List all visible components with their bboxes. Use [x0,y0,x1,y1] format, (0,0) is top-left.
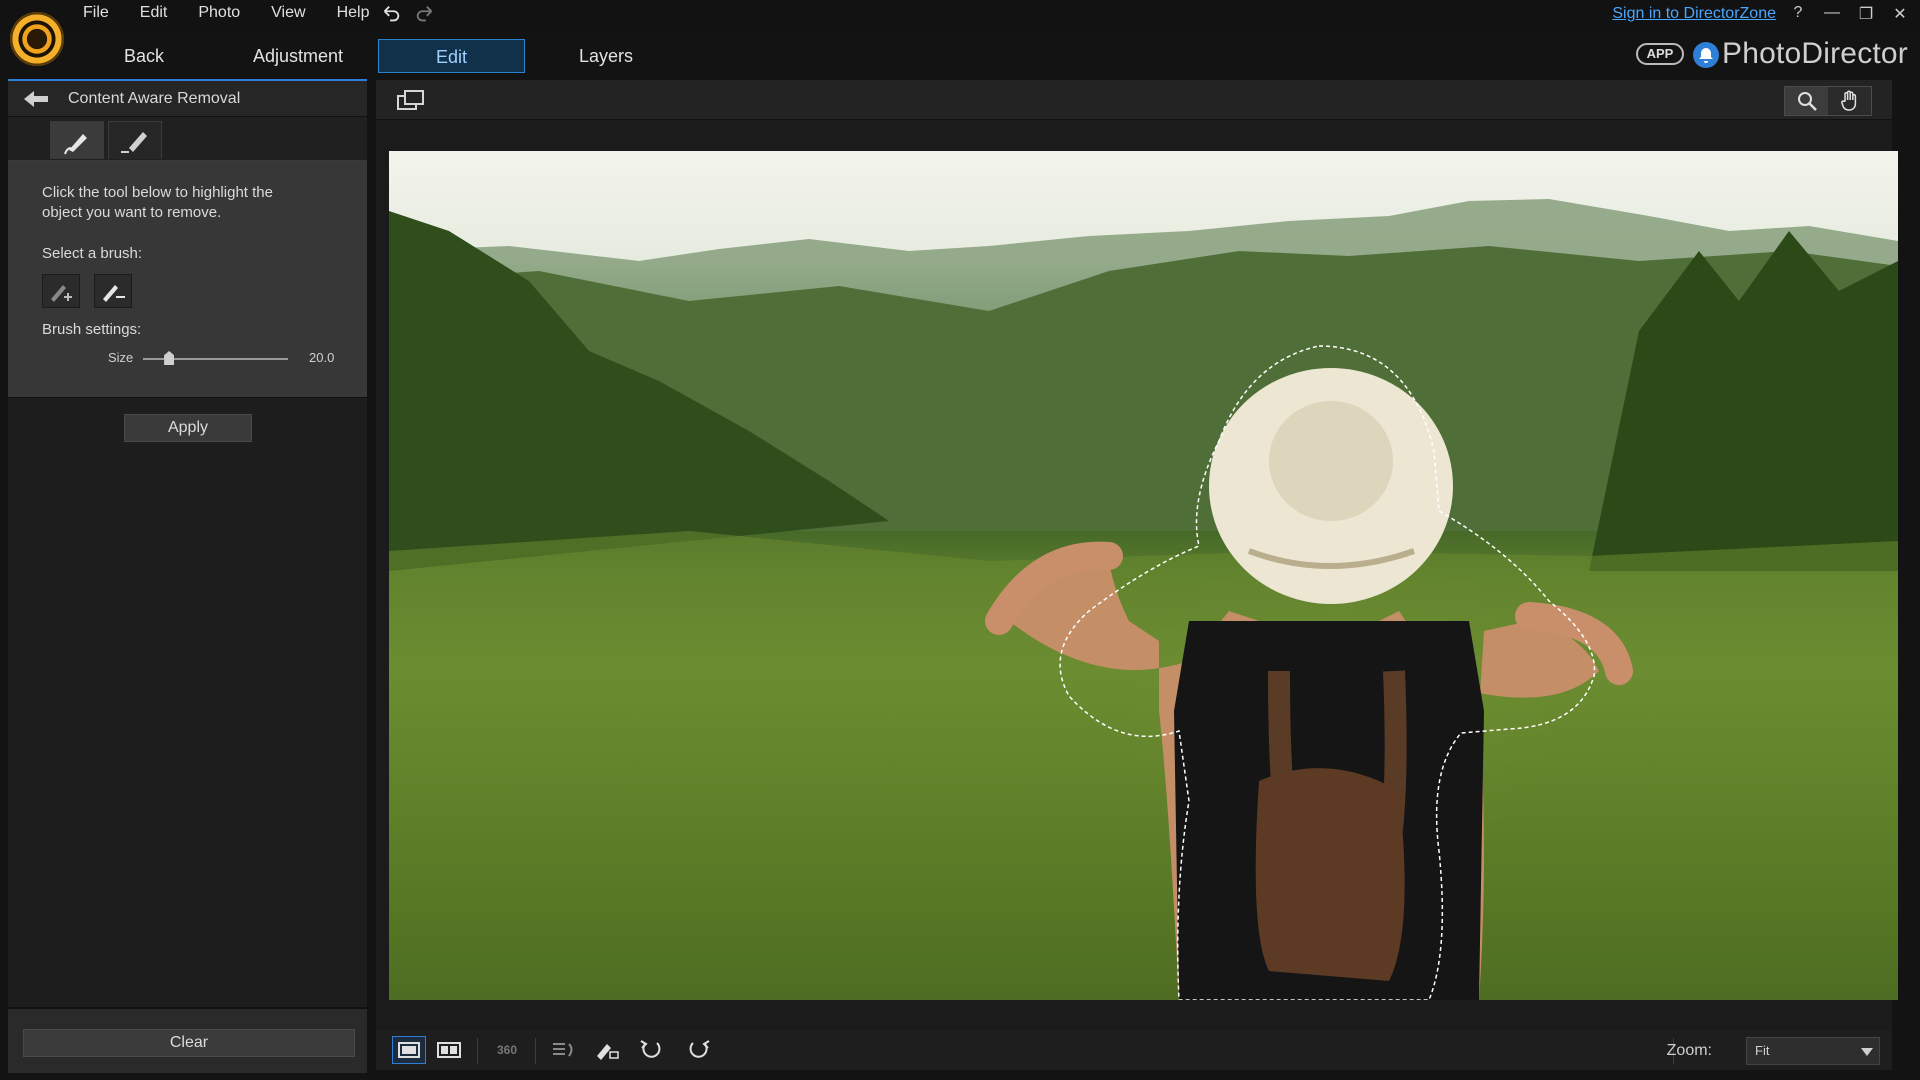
bell-icon[interactable] [1693,42,1719,68]
minimize-icon[interactable]: — [1822,4,1842,24]
edit-brush-icon [597,1044,619,1060]
window-controls: ? — ❐ ✕ [1788,4,1910,24]
panel-header: Content Aware Removal [8,81,367,117]
zoom-icon [1797,92,1817,111]
back-arrow-icon[interactable] [22,89,50,109]
panel-body: Click the tool below to highlight the ob… [8,161,367,398]
menu-view[interactable]: View [271,4,305,22]
title-bar: File Edit Photo View Help Sign in to Dir… [0,0,1920,66]
rotate-left-icon [640,1040,661,1058]
logo-icon [10,12,64,66]
brush-add-button[interactable] [42,274,80,308]
brush-add-icon [51,285,72,302]
select-brush-label: Select a brush: [42,245,143,262]
main-workspace: 360 Zoom: Fit [376,80,1898,1070]
layers-rotate-icon [553,1043,573,1057]
brush-settings-label: Brush settings: [42,321,142,338]
layers-rotate-button[interactable] [546,1036,580,1064]
menu-file[interactable]: File [83,4,109,22]
menu-bar: File Edit Photo View Help [83,4,400,22]
close-icon[interactable]: ✕ [1890,4,1910,24]
restore-icon[interactable]: ❐ [1856,4,1876,24]
size-label: Size [108,350,134,365]
bottom-toolbar: 360 Zoom: Fit [376,1030,1892,1070]
edit-brush-button[interactable] [590,1036,624,1064]
compare-icon[interactable] [396,88,426,112]
single-view-icon [398,1042,420,1058]
panel-title: Content Aware Removal [68,90,241,107]
apply-button[interactable]: Apply [124,414,252,442]
brush-remove-icon [103,285,125,302]
undo-icon[interactable] [380,3,402,25]
rotate-right-button[interactable] [682,1036,716,1064]
brand-title: PhotoDirector [1721,37,1908,70]
tab-adjustment[interactable]: Adjustment [240,39,356,73]
mode-tabs: Back Adjustment Edit Layers APP PhotoDir… [0,30,1920,78]
rotate-left-button[interactable] [634,1036,668,1064]
brush-icon [64,134,87,155]
tab-edit[interactable]: Edit [378,39,525,73]
toolbar-divider [535,1038,536,1064]
brush-remove-button[interactable] [94,274,132,308]
brush-edit-icon [121,132,147,153]
photo-canvas[interactable] [389,151,1898,1000]
panel-footer: Clear [8,1007,367,1073]
zoom-label: Zoom: [1666,1042,1712,1059]
app-badge[interactable]: APP [1636,43,1684,65]
view-tools [1784,86,1872,116]
undo-redo-group [380,3,436,25]
menu-photo[interactable]: Photo [198,4,240,22]
redo-icon[interactable] [414,3,436,25]
chevron-down-icon [1861,1048,1873,1056]
tab-back[interactable]: Back [112,39,176,73]
clear-button[interactable]: Clear [23,1029,355,1057]
360-icon[interactable]: 360 [490,1036,524,1064]
split-view-icon [437,1042,461,1058]
menu-edit[interactable]: Edit [140,4,168,22]
menu-help[interactable]: Help [337,4,370,22]
hand-tool[interactable] [1828,87,1871,115]
photo-scene [389,199,1898,1000]
zoom-select[interactable]: Fit [1746,1037,1880,1065]
tab-brush-remove[interactable] [50,121,104,159]
zoom-tool[interactable] [1785,87,1828,115]
toolbar-divider [477,1038,478,1064]
hand-icon [1840,90,1856,111]
size-slider-thumb[interactable] [164,351,175,365]
tab-layers[interactable]: Layers [567,39,645,73]
help-icon[interactable]: ? [1788,4,1808,24]
sign-in-link[interactable]: Sign in to DirectorZone [1612,5,1776,23]
content-aware-panel: Content Aware Removal Click the tool bel… [8,79,367,1073]
size-value: 20.0 [309,350,335,365]
instructions-text: Click the tool below to highlight the ob… [42,184,273,221]
brush-mode-tabs [8,117,367,161]
split-view-button[interactable] [432,1036,466,1064]
tab-brush-edit[interactable] [108,121,162,159]
single-view-button[interactable] [392,1036,426,1064]
zoom-value: Fit [1755,1043,1770,1058]
canvas-toolbar [376,80,1892,120]
rotate-right-icon [689,1040,710,1058]
